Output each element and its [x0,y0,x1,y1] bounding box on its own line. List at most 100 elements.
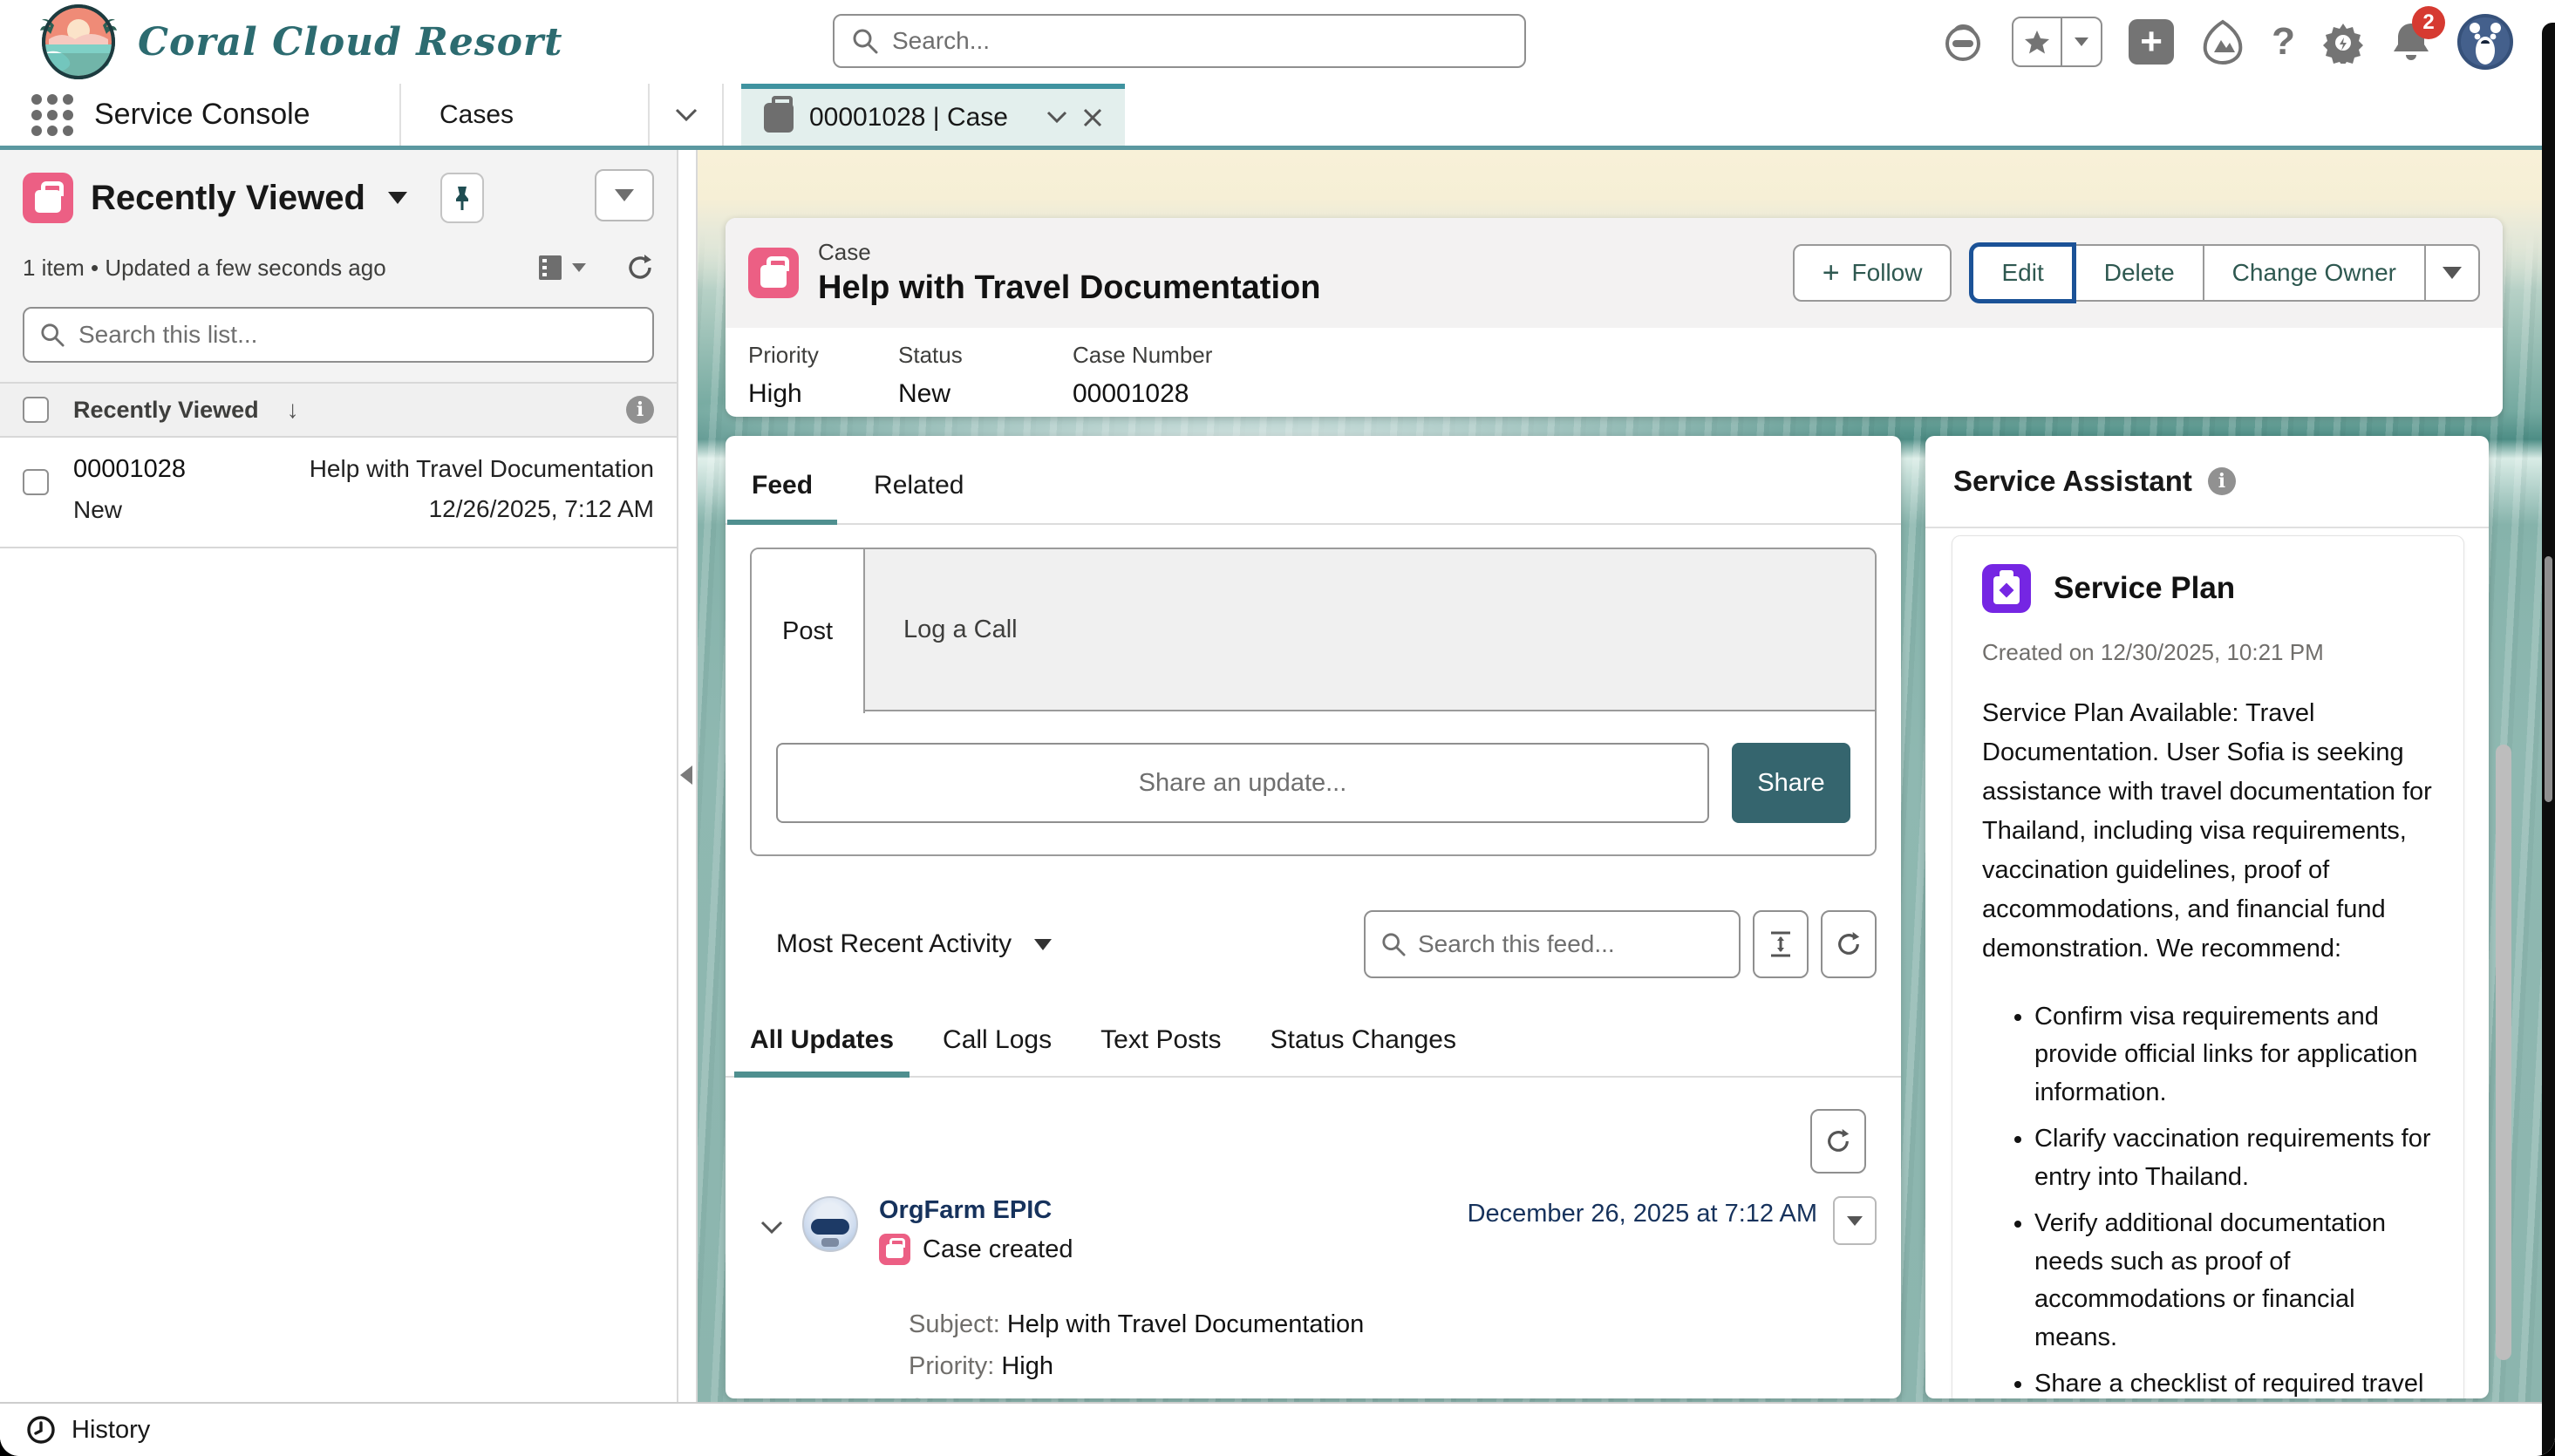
global-header: Coral Cloud Resort + [0,0,2555,84]
feed-item-menu-button[interactable] [1833,1196,1877,1245]
refresh-list-button[interactable] [626,253,654,282]
select-all-checkbox[interactable] [23,397,49,423]
nav-tab-cases[interactable]: Cases [401,84,650,146]
nav-tab-cases-label: Cases [439,100,514,130]
service-plan-body: Service Plan Available: Travel Documenta… [1982,694,2434,969]
info-icon[interactable]: i [2208,467,2236,495]
global-search[interactable] [833,14,1526,68]
case-icon [879,1234,910,1265]
user-avatar[interactable] [2457,14,2513,70]
list-column-header[interactable]: Recently Viewed ↓ i [0,382,677,438]
display-as-button[interactable] [537,254,586,282]
favorites-dropdown-icon[interactable] [2061,18,2102,65]
change-owner-button[interactable]: Change Owner [2203,244,2424,302]
workspace-tab-label: 00001028 | Case [809,103,1031,133]
history-utility-button[interactable]: History [72,1416,150,1445]
pin-list-button[interactable] [440,173,484,223]
filter-all-updates[interactable]: All Updates [750,1025,894,1076]
delete-button[interactable]: Delete [2075,244,2203,302]
list-view-select-icon[interactable] [388,192,407,204]
share-update-input[interactable] [776,743,1709,823]
case-object-icon [748,248,799,298]
notification-count-badge: 2 [2412,6,2445,39]
info-icon[interactable]: i [626,396,654,424]
add-icon[interactable]: + [2129,19,2174,65]
window-scrollbar-thumb[interactable] [2545,556,2552,802]
search-icon [852,28,878,54]
field-value: High [748,379,898,409]
favorites-split-button[interactable] [2012,17,2102,67]
collapse-posts-button[interactable] [1753,910,1809,978]
workspace-tab-case[interactable]: 00001028 | Case [741,84,1125,146]
help-icon[interactable]: ? [2272,20,2295,64]
row-case-number[interactable]: 00001028 [73,455,256,484]
global-search-input[interactable] [892,27,1507,55]
trailhead-icon[interactable] [2200,19,2245,65]
chevron-down-icon[interactable] [1046,111,1067,124]
author-avatar[interactable] [802,1196,858,1252]
entity-label: Case [818,239,1320,266]
publisher-tab-log-a-call[interactable]: Log a Call [865,549,1018,710]
panel-scrollbar[interactable] [2496,745,2511,1360]
filter-text-posts[interactable]: Text Posts [1100,1025,1221,1076]
feed-search[interactable] [1364,910,1741,978]
service-assistant-scroll-area[interactable]: Service Plan Created on 12/30/2025, 10:2… [1925,530,2489,1398]
notification-bell-icon[interactable]: 2 [2391,20,2431,64]
publisher-tab-post[interactable]: Post [752,549,865,713]
plus-icon: + [1823,258,1840,288]
list-search[interactable] [23,307,654,363]
filter-status-changes[interactable]: Status Changes [1271,1025,1456,1076]
service-plan-recommendations: Confirm visa requirements and provide of… [1982,998,2434,1398]
service-assistant-title: Service Assistant [1953,465,2192,498]
follow-button[interactable]: + Follow [1793,244,1952,302]
recommendation-item: Confirm visa requirements and provide of… [2034,998,2434,1112]
refresh-feed-list-button[interactable] [1810,1109,1866,1174]
einstein-icon[interactable] [1940,19,1986,65]
row-checkbox[interactable] [23,469,49,495]
list-view-title[interactable]: Recently Viewed [91,179,365,218]
refresh-feed-button[interactable] [1821,910,1877,978]
sort-desc-icon[interactable]: ↓ [287,396,299,424]
feed-sort-dropdown[interactable]: Most Recent Activity [776,929,1052,959]
case-object-icon [23,173,73,223]
case-workspace: Case Help with Travel Documentation + Fo… [698,150,2555,1402]
cases-tab-dropdown[interactable] [650,84,724,146]
sidebar-divider[interactable] [678,150,698,1402]
feed-author-link[interactable]: OrgFarm EPIC [879,1196,1073,1225]
collapse-sidebar-icon[interactable] [680,765,692,785]
app-launcher-waffle-icon[interactable] [31,94,73,136]
feed-field-label: Status [909,1394,980,1398]
edit-button[interactable]: Edit [1971,244,2074,302]
close-icon[interactable] [1083,108,1102,127]
collapse-feed-item-icon[interactable] [760,1221,783,1235]
brand: Coral Cloud Resort [0,4,562,79]
chevron-down-icon [675,108,698,122]
feed-timestamp-link[interactable]: December 26, 2025 at 7:12 AM [1468,1200,1817,1228]
filter-call-logs[interactable]: Call Logs [943,1025,1052,1076]
field-value: 00001028 [1073,379,1212,409]
app-launcher-area[interactable]: Service Console [0,84,401,146]
window-scrollbar-track[interactable] [2542,23,2555,1456]
refresh-icon [1825,1127,1851,1155]
recommendation-item: Share a checklist of required travel doc… [2034,1365,2434,1398]
favorites-star-icon[interactable] [2013,18,2060,65]
list-view-controls-button[interactable] [595,169,654,221]
recommendation-item: Verify additional documentation needs su… [2034,1205,2434,1357]
more-actions-button[interactable] [2424,244,2480,302]
row-subject[interactable]: Help with Travel Documentation [281,455,654,483]
list-item-case-row[interactable]: 00001028 New Help with Travel Documentat… [0,438,677,548]
setup-gear-icon[interactable] [2321,20,2365,64]
feed-item-case-created: OrgFarm EPIC Case created December 26, 2… [726,1196,1901,1398]
field-label: Priority [748,342,898,369]
column-header-label[interactable]: Recently Viewed [73,397,259,424]
feed-field-value: Help with Travel Documentation [1007,1310,1364,1338]
share-button[interactable]: Share [1732,743,1850,823]
field-value: New [898,379,1073,409]
list-search-input[interactable] [78,321,637,349]
tab-feed[interactable]: Feed [750,471,814,523]
display-as-icon [537,254,563,282]
feed-panel: Feed Related Post Log a Call Share M [726,436,1901,1398]
tab-related[interactable]: Related [872,471,965,523]
collapse-posts-icon [1769,930,1792,958]
feed-search-input[interactable] [1418,930,1723,958]
